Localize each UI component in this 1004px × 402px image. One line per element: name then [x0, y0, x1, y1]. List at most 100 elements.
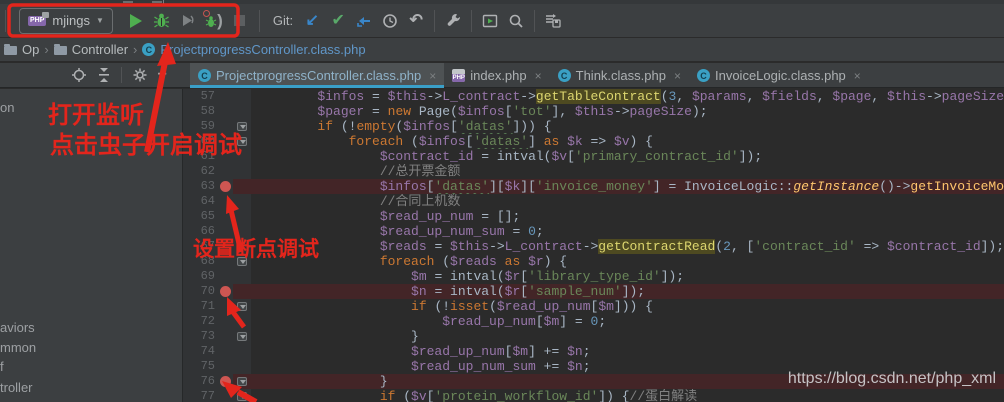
code-line[interactable]: 60 foreach ($infos['datas'] as $k => $v)…: [183, 134, 1004, 149]
code-line[interactable]: 65 $read_up_num = [];: [183, 209, 1004, 224]
git-push-button[interactable]: [351, 8, 377, 34]
code-token: ;: [536, 224, 544, 239]
locate-icon[interactable]: [71, 67, 87, 83]
tab-think-class-php[interactable]: CThink.class.php×: [550, 63, 689, 88]
gutter-marker-slot[interactable]: [219, 194, 233, 209]
project-tree-item[interactable]: aviors: [0, 320, 35, 335]
main-toolbar: PHP mjings ▼: [0, 4, 1004, 38]
gutter-marker-slot[interactable]: [219, 359, 233, 374]
fold-marker-icon[interactable]: [237, 392, 247, 401]
project-tree-item[interactable]: mmon: [0, 340, 36, 355]
coverage-run-icon: [179, 12, 196, 29]
line-number[interactable]: 71: [183, 299, 219, 314]
line-number[interactable]: 74: [183, 344, 219, 359]
gutter-marker-slot[interactable]: [219, 284, 233, 299]
close-icon[interactable]: ×: [854, 69, 861, 83]
rollback-button[interactable]: ↶: [403, 8, 429, 34]
line-number[interactable]: 62: [183, 164, 219, 179]
collapse-all-icon[interactable]: [97, 67, 111, 83]
code-line[interactable]: 58 $pager = new Page($infos['tot'], $thi…: [183, 104, 1004, 119]
gutter-marker-slot[interactable]: [219, 389, 233, 402]
project-tree-item[interactable]: on: [0, 100, 14, 115]
code-line[interactable]: 73 }: [183, 329, 1004, 344]
code-line[interactable]: 74 $read_up_num[$m] += $n;: [183, 344, 1004, 359]
search-button[interactable]: [503, 8, 529, 34]
breadcrumb-item[interactable]: Controller: [54, 42, 128, 57]
code-line[interactable]: 71 if (!isset($read_up_num[$m])) {: [183, 299, 1004, 314]
gutter-marker-slot[interactable]: [219, 179, 233, 194]
breakpoint-dot[interactable]: [220, 286, 231, 297]
code-line[interactable]: 64 //合同上机数: [183, 194, 1004, 209]
code-token: ][: [489, 179, 505, 194]
code-text: $read_up_num_sum = 0;: [251, 224, 1004, 239]
tab-invoicelogic-class-php[interactable]: CInvoiceLogic.class.php×: [689, 63, 869, 88]
code-token: (: [395, 389, 411, 402]
gutter-marker-slot[interactable]: [219, 329, 233, 344]
line-number[interactable]: 70: [183, 284, 219, 299]
code-token: (!: [427, 299, 450, 314]
gutter-marker-slot[interactable]: [219, 164, 233, 179]
git-update-button[interactable]: ↙: [299, 8, 325, 34]
fold-marker-icon[interactable]: [237, 302, 247, 311]
code-line[interactable]: 72 $read_up_num[$m] = 0;: [183, 314, 1004, 329]
close-icon[interactable]: ×: [535, 69, 542, 83]
gear-icon[interactable]: [132, 67, 148, 83]
gutter-marker-slot[interactable]: [219, 344, 233, 359]
gutter-marker-slot[interactable]: [219, 209, 233, 224]
gutter-marker-slot[interactable]: [219, 89, 233, 104]
close-icon[interactable]: ×: [674, 69, 681, 83]
project-tree-item[interactable]: troller: [0, 380, 33, 395]
save-all-button[interactable]: [540, 8, 566, 34]
close-icon[interactable]: ×: [429, 69, 436, 83]
breadcrumb-item[interactable]: Op: [4, 42, 39, 57]
gutter-marker-slot[interactable]: [219, 299, 233, 314]
debug-button[interactable]: [149, 8, 175, 34]
gutter-marker-slot[interactable]: [219, 374, 233, 389]
gutter-marker-slot[interactable]: [219, 314, 233, 329]
code-line[interactable]: 62 //总开票金额: [183, 164, 1004, 179]
line-number[interactable]: 73: [183, 329, 219, 344]
line-number[interactable]: 57: [183, 89, 219, 104]
listen-debug-button[interactable]: ): [201, 8, 227, 34]
code-line[interactable]: 77 if ($v['protein_workflow_id']) {//蛋白解…: [183, 389, 1004, 402]
tab-projectprogresscontroller-class-php[interactable]: CProjectprogressController.class.php×: [190, 63, 444, 88]
line-number[interactable]: 58: [183, 104, 219, 119]
php-file-icon: [452, 69, 465, 82]
coverage-run-button[interactable]: [175, 8, 201, 34]
code-line[interactable]: 70 $n = intval($r['sample_num']);: [183, 284, 1004, 299]
code-line[interactable]: 59 if (!empty($infos['datas'])) {: [183, 119, 1004, 134]
git-push-icon: [356, 13, 372, 29]
line-number[interactable]: 63: [183, 179, 219, 194]
code-line[interactable]: 63 $infos['datas'][$k]['invoice_money'] …: [183, 179, 1004, 194]
line-number[interactable]: 69: [183, 269, 219, 284]
stop-button[interactable]: [227, 8, 253, 34]
line-number[interactable]: 72: [183, 314, 219, 329]
run-config-selector[interactable]: PHP mjings ▼: [19, 8, 113, 34]
code-line[interactable]: 61 $contract_id = intval($v['primary_con…: [183, 149, 1004, 164]
code-token: $read_up_num_sum: [380, 224, 505, 239]
hide-panel-icon[interactable]: −: [158, 66, 167, 84]
git-commit-button[interactable]: ✔: [325, 8, 351, 34]
breakpoint-dot[interactable]: [220, 376, 231, 387]
gutter-marker-slot[interactable]: [219, 269, 233, 284]
tab-index-php[interactable]: index.php×: [444, 63, 549, 88]
run-window-button[interactable]: [477, 8, 503, 34]
settings-button[interactable]: [440, 8, 466, 34]
fold-marker-icon[interactable]: [237, 377, 247, 386]
code-text: if ($v['protein_workflow_id']) {//蛋白解读: [251, 389, 1004, 402]
history-button[interactable]: [377, 8, 403, 34]
code-line[interactable]: 69 $m = intval($r['library_type_id']);: [183, 269, 1004, 284]
line-number[interactable]: 65: [183, 209, 219, 224]
code-line[interactable]: 57 $infos = $this->L_contract->getTableC…: [183, 89, 1004, 104]
breadcrumb-item[interactable]: CProjectprogressController.class.php: [142, 42, 365, 57]
line-number[interactable]: 77: [183, 389, 219, 402]
gutter-marker-slot[interactable]: [219, 104, 233, 119]
breakpoint-dot[interactable]: [220, 181, 231, 192]
project-tree-item[interactable]: f: [0, 359, 4, 374]
line-number[interactable]: 64: [183, 194, 219, 209]
run-button[interactable]: [123, 8, 149, 34]
fold-marker-icon[interactable]: [237, 332, 247, 341]
line-number[interactable]: 75: [183, 359, 219, 374]
code-token: ->: [614, 104, 630, 119]
line-number[interactable]: 76: [183, 374, 219, 389]
